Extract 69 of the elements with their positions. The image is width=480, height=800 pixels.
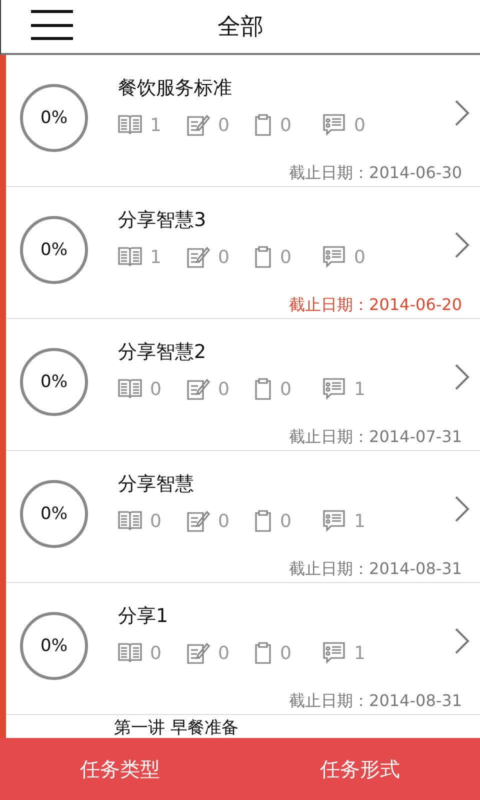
deadline-text: 截止日期：2014-07-31 xyxy=(289,427,462,448)
stat-count: 0 xyxy=(354,114,366,136)
book-icon xyxy=(118,642,142,664)
book-icon xyxy=(118,246,142,268)
task-title: 分享智慧 xyxy=(118,472,195,497)
stat-count: 1 xyxy=(150,114,162,136)
list-bubble-icon xyxy=(322,642,346,664)
book-icon xyxy=(118,510,142,532)
progress-circle: 0% xyxy=(20,480,88,548)
stat-count: 0 xyxy=(218,510,230,532)
task-row[interactable]: 0% 分享智慧2 0 0 0 1 截止日期：2014-07-31 xyxy=(6,319,480,451)
list-bubble-icon xyxy=(322,378,346,400)
stat-count: 0 xyxy=(280,246,292,268)
stat-count: 0 xyxy=(280,378,292,400)
stat-count: 0 xyxy=(150,642,162,664)
chevron-right-icon xyxy=(454,231,470,259)
clipboard-icon xyxy=(254,114,272,136)
stat-count: 0 xyxy=(218,114,230,136)
list-bubble-icon xyxy=(322,510,346,532)
task-title: 分享智慧3 xyxy=(118,208,208,233)
chevron-right-icon xyxy=(454,363,470,391)
list-bubble-icon xyxy=(322,114,346,136)
clipboard-icon xyxy=(254,246,272,268)
chevron-right-icon xyxy=(454,495,470,523)
deadline-text: 截止日期：2014-08-31 xyxy=(289,559,462,580)
task-row[interactable]: 0% 餐饮服务标准 1 0 0 0 截止日期：2014-06-30 xyxy=(6,55,480,187)
filter-button[interactable]: 任务类型 xyxy=(0,738,240,800)
stat-count: 1 xyxy=(354,378,366,400)
progress-circle: 0% xyxy=(20,84,88,152)
task-row[interactable]: 0% 分享1 0 0 0 1 截止日期：2014-08-31 xyxy=(6,583,480,715)
book-icon xyxy=(118,378,142,400)
stat-count: 1 xyxy=(354,510,366,532)
filter-button[interactable]: 任务形式 xyxy=(240,738,480,800)
task-title: 分享智慧2 xyxy=(118,340,208,365)
stat-count: 0 xyxy=(280,642,292,664)
stat-count: 0 xyxy=(218,378,230,400)
note-pencil-icon xyxy=(186,245,210,269)
note-pencil-icon xyxy=(186,641,210,665)
stat-count: 0 xyxy=(354,246,366,268)
list-bubble-icon xyxy=(322,246,346,268)
stat-count: 0 xyxy=(218,642,230,664)
task-title: 餐饮服务标准 xyxy=(118,76,233,101)
stat-count: 0 xyxy=(150,378,162,400)
book-icon xyxy=(118,114,142,136)
task-row[interactable]: 0% 分享智慧3 1 0 0 0 截止日期：2014-06-20 xyxy=(6,187,480,319)
stat-count: 1 xyxy=(354,642,366,664)
note-pencil-icon xyxy=(186,377,210,401)
page-title: 全部 xyxy=(218,13,264,42)
note-pencil-icon xyxy=(186,113,210,137)
chevron-right-icon xyxy=(454,99,470,127)
progress-circle: 0% xyxy=(20,216,88,284)
stat-count: 0 xyxy=(280,510,292,532)
clipboard-icon xyxy=(254,642,272,664)
stat-count: 0 xyxy=(218,246,230,268)
deadline-text: 截止日期：2014-08-31 xyxy=(289,691,462,712)
stat-count: 1 xyxy=(150,246,162,268)
task-row[interactable]: 0% 分享智慧 0 0 0 1 截止日期：2014-08-31 xyxy=(6,451,480,583)
progress-circle: 0% xyxy=(20,348,88,416)
chevron-right-icon xyxy=(454,627,470,655)
progress-circle: 0% xyxy=(20,612,88,680)
deadline-text: 截止日期：2014-06-20 xyxy=(289,295,462,316)
stat-count: 0 xyxy=(280,114,292,136)
deadline-text: 截止日期：2014-06-30 xyxy=(289,163,462,184)
task-title[interactable]: 第一讲 早餐准备 xyxy=(6,715,480,738)
clipboard-icon xyxy=(254,378,272,400)
task-title: 分享1 xyxy=(118,604,170,629)
stat-count: 0 xyxy=(150,510,162,532)
note-pencil-icon xyxy=(186,509,210,533)
clipboard-icon xyxy=(254,510,272,532)
